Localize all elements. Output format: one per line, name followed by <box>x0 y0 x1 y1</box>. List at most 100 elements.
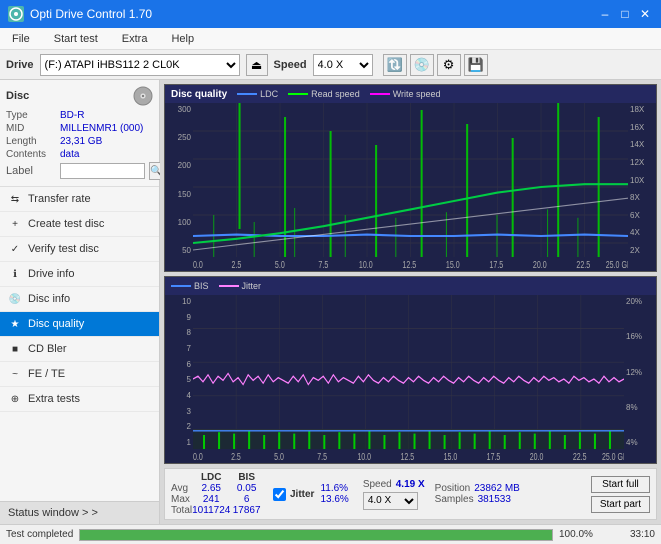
stats-total-bis: 17867 <box>230 505 263 516</box>
stats-max-ldc: 241 <box>192 494 230 505</box>
position-samples-section: Position 23862 MB Samples 381533 <box>435 483 520 505</box>
sidebar-item-verify-test-disc[interactable]: ✓ Verify test disc <box>0 237 159 262</box>
read-speed-legend-label: Read speed <box>311 89 360 99</box>
transfer-rate-icon: ⇆ <box>8 192 22 206</box>
save-button[interactable]: 💾 <box>464 54 488 76</box>
samples-row: Samples 381533 <box>435 494 520 505</box>
menu-file[interactable]: File <box>4 31 38 47</box>
sidebar-item-disc-quality[interactable]: ★ Disc quality <box>0 312 159 337</box>
disc-length-value: 23,31 GB <box>60 136 102 147</box>
svg-text:5.0: 5.0 <box>275 259 285 270</box>
y-right-label: 4% <box>626 438 656 447</box>
drive-select[interactable]: (F:) ATAPI iHBS112 2 CL0K <box>40 54 240 76</box>
y-right-label: 2X <box>630 246 656 255</box>
menu-extra[interactable]: Extra <box>114 31 156 47</box>
top-chart-svg: 0.0 2.5 5.0 7.5 10.0 12.5 15.0 17.5 20.0… <box>193 103 628 271</box>
sidebar-item-cd-bler[interactable]: ■ CD Bler <box>0 337 159 362</box>
svg-text:17.5: 17.5 <box>489 259 503 270</box>
sidebar-item-create-test-disc[interactable]: + Create test disc <box>0 212 159 237</box>
y-label: 4 <box>187 391 191 400</box>
ldc-legend: LDC <box>237 89 278 99</box>
sidebar-item-transfer-rate[interactable]: ⇆ Transfer rate <box>0 187 159 212</box>
sidebar-item-drive-info[interactable]: ℹ Drive info <box>0 262 159 287</box>
disc-button[interactable]: 💿 <box>410 54 434 76</box>
jitter-checkbox[interactable] <box>273 488 286 501</box>
maximize-button[interactable]: □ <box>617 6 633 22</box>
sidebar-item-label: CD Bler <box>28 343 67 355</box>
stats-avg-ldc: 2.65 <box>192 483 230 494</box>
bottom-chart-svg-container: 0.0 2.5 5.0 7.5 10.0 12.5 15.0 17.5 20.0… <box>193 295 624 463</box>
y-right-label: 20% <box>626 297 656 306</box>
fe-te-icon: ~ <box>8 367 22 381</box>
refresh-button[interactable]: 🔃 <box>383 54 407 76</box>
bottom-bar: Test completed 100.0% 33:10 <box>0 524 661 544</box>
close-button[interactable]: ✕ <box>637 6 653 22</box>
speed-row: Speed 4.19 X <box>363 479 425 490</box>
jitter-legend-label: Jitter <box>242 281 262 291</box>
svg-text:7.5: 7.5 <box>317 451 327 462</box>
svg-text:25.0 GB: 25.0 GB <box>606 259 628 270</box>
eject-button[interactable]: ⏏ <box>246 54 268 76</box>
speed-value: 4.19 X <box>396 479 425 490</box>
disc-label-row: Label 🔍 <box>6 162 153 180</box>
start-part-button[interactable]: Start part <box>591 496 650 513</box>
minimize-button[interactable]: – <box>597 6 613 22</box>
stats-total-ldc: 1011724 <box>192 505 230 516</box>
y-right-label: 16% <box>626 332 656 341</box>
chart-title: Disc quality <box>171 89 227 100</box>
y-label: 200 <box>178 161 191 170</box>
y-right-label: 16X <box>630 123 656 132</box>
stats-max-label: Max <box>171 494 192 505</box>
stats-max-bis: 6 <box>230 494 263 505</box>
ldc-legend-label: LDC <box>260 89 278 99</box>
top-chart-header: Disc quality LDC Read speed Write speed <box>165 85 656 103</box>
top-chart-panel: Disc quality LDC Read speed Write speed … <box>164 84 657 272</box>
position-label: Position <box>435 483 471 494</box>
write-speed-legend-color <box>370 93 390 95</box>
y-label: 3 <box>187 407 191 416</box>
svg-text:12.5: 12.5 <box>402 259 416 270</box>
disc-type-field: Type BD-R <box>6 110 153 121</box>
svg-text:12.5: 12.5 <box>400 451 414 462</box>
svg-text:15.0: 15.0 <box>446 259 460 270</box>
progress-bar-fill <box>80 530 552 540</box>
disc-label-input[interactable] <box>60 163 145 179</box>
speed-dropdown[interactable]: 4.0 X <box>363 492 418 510</box>
drive-bar: Drive (F:) ATAPI iHBS112 2 CL0K ⏏ Speed … <box>0 50 661 80</box>
status-text: Test completed <box>6 529 73 540</box>
y-label: 50 <box>182 246 191 255</box>
time-text: 33:10 <box>610 529 655 540</box>
svg-text:15.0: 15.0 <box>444 451 458 462</box>
y-right-label: 4X <box>630 228 656 237</box>
disc-info-icon: 💿 <box>8 292 22 306</box>
jitter-section: Jitter <box>273 488 314 501</box>
drive-action-buttons: 🔃 💿 ⚙ 💾 <box>383 54 488 76</box>
menu-start-test[interactable]: Start test <box>46 31 106 47</box>
jitter-values: 11.6% 13.6% <box>320 483 348 505</box>
svg-text:17.5: 17.5 <box>487 451 501 462</box>
y-label: 9 <box>187 313 191 322</box>
stats-header-empty <box>171 472 192 483</box>
disc-info-panel: Disc Type BD-R MID MILLENMR1 (000) Lengt… <box>0 80 159 187</box>
write-speed-legend: Write speed <box>370 89 441 99</box>
sidebar-item-extra-tests[interactable]: ⊕ Extra tests <box>0 387 159 412</box>
y-label: 2 <box>187 422 191 431</box>
y-right-label: 8X <box>630 193 656 202</box>
sidebar: Disc Type BD-R MID MILLENMR1 (000) Lengt… <box>0 80 160 524</box>
disc-length-field: Length 23,31 GB <box>6 136 153 147</box>
bis-legend-label: BIS <box>194 281 209 291</box>
sidebar-item-label: FE / TE <box>28 368 65 380</box>
speed-select-container: 4.0 X <box>363 492 425 510</box>
sidebar-item-fe-te[interactable]: ~ FE / TE <box>0 362 159 387</box>
y-right-label: 8% <box>626 403 656 412</box>
stats-avg-label: Avg <box>171 483 192 494</box>
y-label: 7 <box>187 344 191 353</box>
drive-label: Drive <box>6 59 34 71</box>
settings-button[interactable]: ⚙ <box>437 54 461 76</box>
menu-help[interactable]: Help <box>163 31 202 47</box>
speed-select[interactable]: 4.0 X <box>313 54 373 76</box>
start-full-button[interactable]: Start full <box>591 476 650 493</box>
status-window-button[interactable]: Status window > > <box>0 501 159 524</box>
bottom-y-axis-left: 10 9 8 7 6 5 4 3 2 1 <box>165 295 193 463</box>
sidebar-item-disc-info[interactable]: 💿 Disc info <box>0 287 159 312</box>
